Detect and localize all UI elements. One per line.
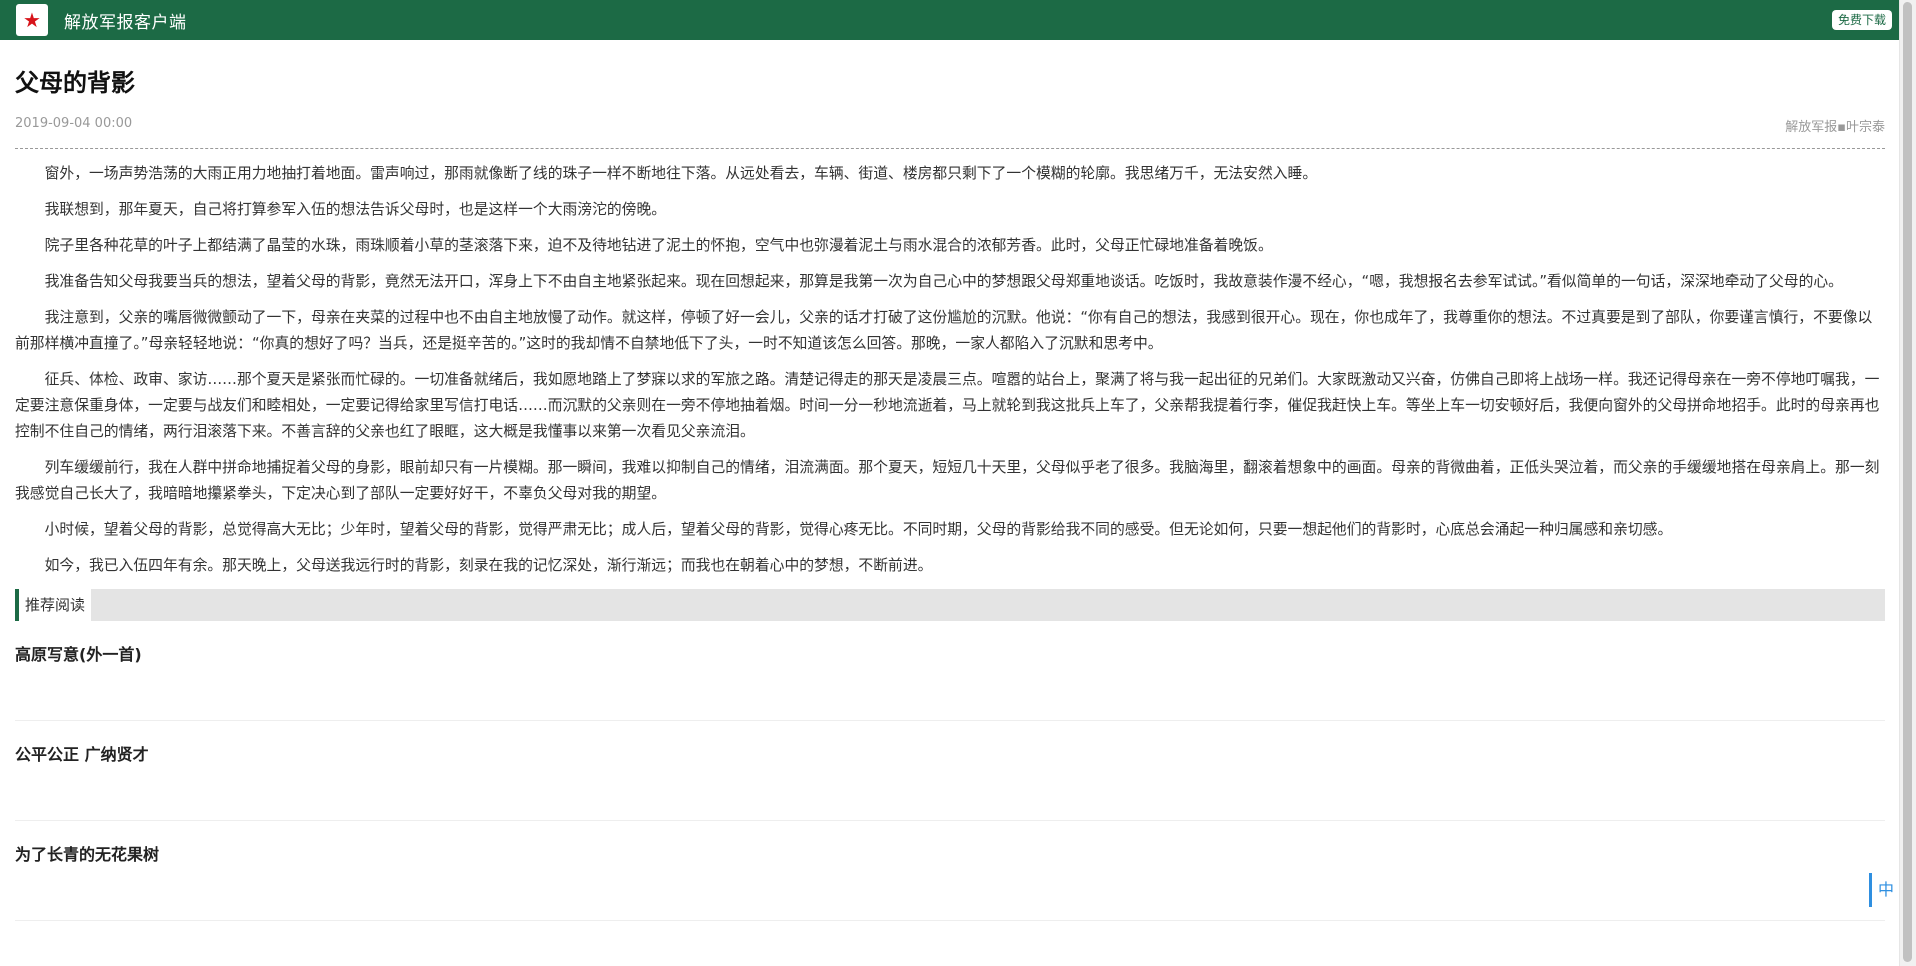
paragraph: 我准备告知父母我要当兵的想法，望着父母的背影，竟然无法开口，浑身上下不由自主地紧… [44,273,1843,290]
paragraph: 我注意到，父亲的嘴唇微微颤动了一下，母亲在夹菜的过程中也不由自主地放慢了动作。就… [15,309,1873,352]
paragraph: 小时候，望着父母的背影，总觉得高大无比；少年时，望着父母的背影，觉得严肃无比；成… [44,521,1673,538]
recommend-item-title[interactable]: 公平公正 广纳贤才 [15,741,149,765]
article-source: 解放军报▪叶宗泰 [1785,120,1885,135]
paragraph: 我联想到，那年夏天，自己将打算参军入伍的想法告诉父母时，也是这样一个大雨滂沱的傍… [44,201,667,218]
paragraph: 列车缓缓前行，我在人群中拼命地捕捉着父母的身影，眼前却只有一片模糊。那一瞬间，我… [15,459,1880,502]
download-button[interactable]: 免费下载 [1831,10,1892,30]
article-date: 2019-09-04 00:00 [15,116,133,131]
recommend-item[interactable]: 为了长青的无花果树 [15,821,1885,921]
dashed-divider [15,148,1885,149]
recommend-item-title[interactable]: 高原写意(外一首) [15,641,142,665]
paragraph: 如今，我已入伍四年有余。那天晚上，父母送我远行时的背影，刻录在我的记忆深处，渐行… [44,557,933,574]
paragraph: 窗外，一场声势浩荡的大雨正用力地抽打着地面。雷声响过，那雨就像断了线的珠子一样不… [44,165,1318,182]
recommend-section-header: 推荐阅读 [15,589,1885,621]
paragraph: 征兵、体检、政审、家访……那个夏天是紧张而忙碌的。一切准备就绪后，我如愿地踏上了… [15,371,1880,440]
red-star-icon: ★ [23,8,41,32]
article-meta: 2019-09-04 00:00 解放军报▪叶宗泰 [15,116,1885,136]
app-logo-icon: ★ [16,4,48,36]
article-title: 父母的背影 [15,69,135,97]
recommend-item-title[interactable]: 为了长青的无花果树 [15,841,159,865]
paragraph: 院子里各种花草的叶子上都结满了晶莹的水珠，雨珠顺着小草的茎滚落下来，迫不及待地钻… [44,237,1273,254]
article-body: 窗外，一场声势浩荡的大雨正用力地抽打着地面。雷声响过，那雨就像断了线的珠子一样不… [15,161,1885,579]
recommend-item[interactable]: 高原写意(外一首) [15,621,1885,721]
recommend-item[interactable]: 公平公正 广纳贤才 [15,721,1885,821]
article-container: 父母的背影 2019-09-04 00:00 解放军报▪叶宗泰 窗外，一场声势浩… [15,40,1885,921]
scrollbar-thumb[interactable] [1903,2,1912,962]
language-toggle-button[interactable]: 中 [1869,873,1900,907]
app-title: 解放军报客户端 [64,12,187,33]
recommend-section-title: 推荐阅读 [19,589,92,621]
vertical-scrollbar[interactable] [1899,0,1916,966]
app-header-bar: ★ 解放军报客户端 免费下载 [0,0,1900,40]
